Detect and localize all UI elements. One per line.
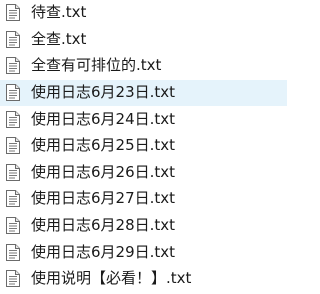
text-file-icon xyxy=(6,30,20,48)
text-file-icon xyxy=(6,137,20,154)
file-name: 全查.txt xyxy=(31,29,87,48)
file-name: 使用日志6月26日.txt xyxy=(31,162,176,181)
file-item-selected[interactable]: 使用日志6月23日.txt xyxy=(0,80,287,106)
file-name: 使用日志6月29日.txt xyxy=(31,242,176,261)
file-name: 使用日志6月27日.txt xyxy=(31,189,176,207)
file-item[interactable]: 使用日志6月27日.txt xyxy=(0,186,287,212)
file-item[interactable]: 待查.txt xyxy=(0,0,287,26)
file-list: 待查.txt 全查.txt 全查有可排位的.txt 使用日志6月23日.txt … xyxy=(0,0,287,294)
text-file-icon xyxy=(6,57,20,74)
file-item[interactable]: 使用说明【必看！】.txt xyxy=(0,266,287,292)
file-item[interactable]: 使用日志6月28日.txt xyxy=(0,213,287,239)
file-name: 使用日志6月24日.txt xyxy=(31,109,176,128)
text-file-icon xyxy=(6,84,20,101)
file-item[interactable]: 使用日志6月29日.txt xyxy=(0,240,287,266)
file-item[interactable]: 使用日志6月26日.txt xyxy=(0,160,287,186)
file-item[interactable]: 全查.txt xyxy=(0,27,287,53)
text-file-icon xyxy=(6,243,20,261)
file-name: 全查有可排位的.txt xyxy=(31,56,162,74)
file-item[interactable]: 使用日志6月25日.txt xyxy=(0,133,287,159)
text-file-icon xyxy=(6,190,20,207)
file-name: 使用日志6月25日.txt xyxy=(31,136,176,154)
text-file-icon xyxy=(6,163,20,181)
file-item[interactable]: 全查有可排位的.txt xyxy=(0,53,287,79)
file-name: 使用日志6月23日.txt xyxy=(31,83,176,101)
text-file-icon xyxy=(6,110,20,128)
text-file-icon xyxy=(6,270,20,287)
file-name: 使用说明【必看！】.txt xyxy=(31,269,192,287)
file-name: 待查.txt xyxy=(31,3,87,21)
text-file-icon xyxy=(6,217,20,234)
file-item[interactable]: 使用日志6月24日.txt xyxy=(0,107,287,133)
text-file-icon xyxy=(6,4,20,21)
file-name: 使用日志6月28日.txt xyxy=(31,216,176,234)
